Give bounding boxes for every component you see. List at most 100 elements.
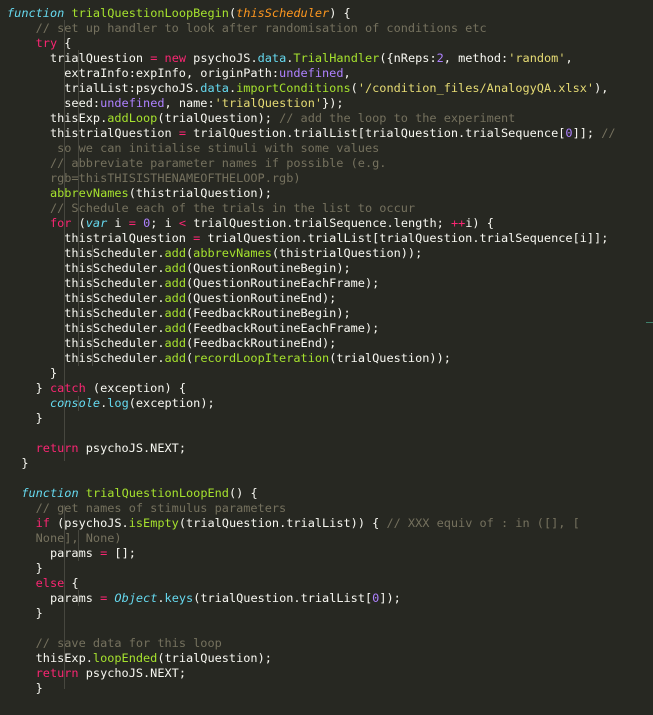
code-line[interactable]: return psychoJS.NEXT; [7, 441, 186, 456]
code-line[interactable]: console.log(exception); [7, 396, 215, 411]
code-line[interactable]: // set up handler to look after randomis… [7, 21, 487, 36]
code-line[interactable]: try { [7, 36, 72, 51]
code-line[interactable]: thisScheduler.add(FeedbackRoutineEachFra… [7, 321, 379, 336]
code-token-storage: function [21, 486, 79, 500]
code-line[interactable]: for (var i = 0; i < trialQuestion.trialS… [7, 216, 494, 231]
code-token-storage: function [7, 6, 65, 20]
code-editor[interactable]: function trialQuestionLoopBegin (thisSche… [0, 0, 653, 715]
code-token-keyword: = [128, 216, 136, 230]
code-token-plain: , name: [164, 96, 215, 110]
code-token-plain: (FeedbackRoutineBegin); [185, 306, 351, 320]
code-token-keyword: if [35, 516, 50, 530]
code-token-comment: so we can initialise stimuli with some v… [7, 141, 380, 155]
code-line[interactable]: return psychoJS.NEXT; [7, 666, 186, 681]
code-token-number: 0 [565, 126, 573, 140]
code-line[interactable]: so we can initialise stimuli with some v… [7, 141, 379, 156]
code-line[interactable]: function trialQuestionLoopEnd() { [7, 486, 257, 501]
code-token-plain: (trialQuestion.trialList[ [193, 591, 373, 605]
code-line[interactable]: // save data for this loop [7, 636, 222, 651]
code-line[interactable]: thisScheduler.add(FeedbackRoutineBegin); [7, 306, 351, 321]
code-line[interactable]: if (psychoJS.isEmpty(trialQuestion.trial… [7, 516, 580, 531]
code-token-plain: thisScheduler. [7, 336, 165, 350]
code-line[interactable]: } [7, 366, 57, 381]
code-token-param: thisScheduler [236, 6, 330, 20]
minimap-change-marker [646, 322, 653, 323]
code-token-funcname: trialQuestionLoopEnd [85, 486, 229, 500]
code-token-keyword: try [35, 36, 58, 50]
code-line[interactable]: // get names of stimulus parameters [7, 501, 287, 516]
code-line[interactable]: thisScheduler.add(recordLoopIteration(tr… [7, 351, 451, 366]
code-token-plain: thistrialQuestion [7, 126, 179, 140]
code-line[interactable]: abbrevNames(thistrialQuestion); [7, 186, 272, 201]
code-token-plain: thisScheduler. [7, 351, 165, 365]
code-line[interactable]: thisExp.addLoop(trialQuestion); // add t… [7, 111, 515, 126]
code-line[interactable]: // Schedule each of the trials in the li… [7, 201, 415, 216]
code-line[interactable]: thisScheduler.add(abbrevNames(thistrialQ… [7, 246, 422, 261]
code-token-plain: thisScheduler. [7, 321, 165, 335]
code-token-funcname: add [164, 336, 186, 350]
code-line[interactable]: rgb=thisTHISISTHENAMEOFTHELOOP.rgb) [7, 171, 301, 186]
code-line[interactable]: } [7, 456, 28, 471]
code-token-funcname: add [164, 306, 186, 320]
code-line[interactable]: } catch (exception) { [7, 381, 186, 396]
code-line[interactable]: thisScheduler.add(QuestionRoutineEnd); [7, 291, 336, 306]
code-token-plain: trialList:psychoJS. [7, 81, 201, 95]
code-token-classname: TrialHandler [293, 51, 380, 65]
code-token-plain: } [7, 456, 29, 470]
code-line[interactable]: thisScheduler.add(FeedbackRoutineEnd); [7, 336, 336, 351]
code-token-funcname: add [164, 351, 186, 365]
indent-guide [78, 530, 79, 561]
code-line[interactable]: function trialQuestionLoopBegin(thisSche… [7, 6, 351, 21]
code-line[interactable]: } [7, 681, 43, 696]
code-line[interactable]: params = []; [7, 546, 136, 561]
code-line[interactable]: } [7, 606, 43, 621]
code-token-keyword: catch [49, 381, 86, 395]
code-line[interactable]: } [7, 561, 43, 576]
code-token-plain: }); [322, 96, 344, 110]
code-token-keyword: for [49, 216, 72, 230]
code-token-plain: { [64, 576, 79, 590]
code-token-funcname: importConditions [236, 81, 351, 95]
code-token-funcname: add [164, 246, 186, 260]
code-line[interactable]: extraInfo:expInfo, originPath:undefined, [7, 66, 350, 81]
code-token-plain: thisScheduler. [7, 306, 165, 320]
code-token-string: '/condition_files/AnalogyQA.xlsx' [357, 81, 595, 95]
code-token-plain: ; i [150, 216, 179, 230]
code-line[interactable]: thisExp.loopEnded(trialQuestion); [7, 651, 272, 666]
code-line[interactable]: seed:undefined, name:'trialQuestion'}); [7, 96, 344, 111]
code-token-plain: thisScheduler. [7, 291, 165, 305]
code-token-prop: keys [164, 591, 194, 605]
code-token-comment: // XXX equiv of : in ([], [ [386, 516, 580, 530]
code-line[interactable]: trialQuestion = new psychoJS.data.TrialH… [7, 51, 573, 66]
code-token-keyword: return [35, 441, 79, 455]
code-token-plain: thisScheduler. [7, 276, 165, 290]
code-token-comment: rgb=thisTHISISTHENAMEOFTHELOOP.rgb) [7, 171, 301, 185]
code-line[interactable]: thistrialQuestion = trialQuestion.trialL… [7, 126, 616, 141]
code-token-funcname: add [164, 276, 186, 290]
code-token-plain: ) { [329, 6, 351, 20]
code-token-string: 'random' [508, 51, 566, 65]
code-line[interactable]: thistrialQuestion = trialQuestion.trialL… [7, 231, 608, 246]
code-line[interactable]: params = Object.keys(trialQuestion.trial… [7, 591, 401, 606]
code-token-plain: thistrialQuestion [7, 231, 194, 245]
code-token-plain: thisExp. [7, 111, 108, 125]
code-token-prop: log [107, 396, 129, 410]
code-line[interactable]: else { [7, 576, 79, 591]
code-line[interactable]: } [7, 411, 43, 426]
indent-guide [78, 50, 79, 366]
code-line[interactable]: trialList:psychoJS.data.importConditions… [7, 81, 608, 96]
code-token-keyword: = [178, 126, 186, 140]
code-token-plain: (trialQuestion); [157, 651, 272, 665]
code-line[interactable]: thisScheduler.add(QuestionRoutineBegin); [7, 261, 350, 276]
code-line[interactable]: thisScheduler.add(QuestionRoutineEachFra… [7, 276, 379, 291]
